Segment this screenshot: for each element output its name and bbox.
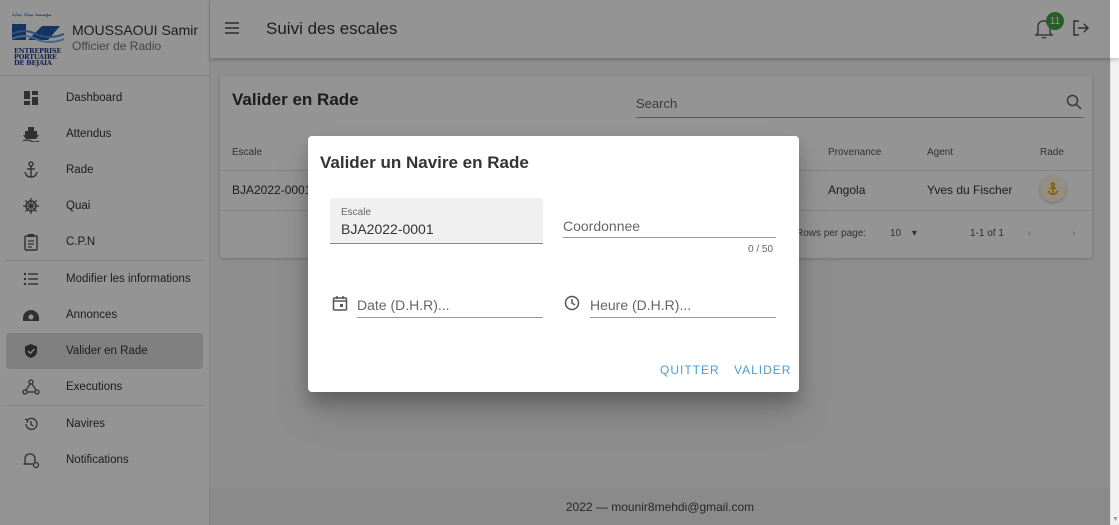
escale-field-label: Escale — [341, 207, 372, 218]
quitter-button[interactable]: QUITTER — [660, 363, 720, 377]
coordonnee-field[interactable]: Coordonnee — [563, 216, 776, 238]
heure-field[interactable]: Heure (D.H.R)... — [590, 296, 776, 318]
clock-icon[interactable] — [564, 295, 580, 316]
scroll-down-icon[interactable]: ▼ — [1112, 516, 1119, 523]
dialog-title: Valider un Navire en Rade — [320, 153, 529, 172]
escale-field-value: BJA2022-0001 — [341, 221, 434, 237]
date-placeholder: Date (D.H.R)... — [357, 297, 450, 313]
calendar-icon[interactable] — [332, 295, 348, 316]
valider-rade-dialog: Valider un Navire en Rade Escale BJA2022… — [308, 136, 799, 392]
valider-button[interactable]: VALIDER — [734, 363, 791, 377]
date-field[interactable]: Date (D.H.R)... — [357, 296, 543, 318]
page-scrollbar[interactable]: ▲ ▼ — [1110, 0, 1119, 525]
escale-field[interactable]: Escale BJA2022-0001 — [330, 198, 543, 244]
coordonnee-char-counter: 0 / 50 — [748, 244, 774, 255]
heure-placeholder: Heure (D.H.R)... — [590, 297, 692, 313]
coordonnee-placeholder: Coordonnee — [563, 218, 641, 234]
